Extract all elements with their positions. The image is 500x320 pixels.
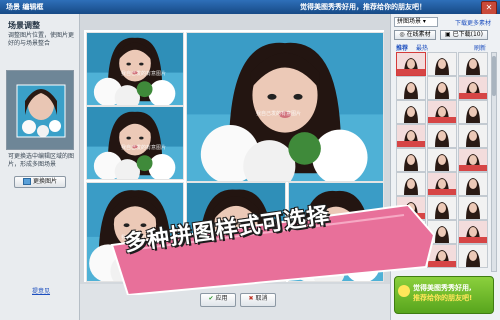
tab-hot[interactable]: 最热: [416, 43, 428, 52]
template-thumbnail[interactable]: [396, 76, 426, 100]
template-thumbnail[interactable]: [458, 100, 488, 124]
cancel-icon: ✖: [248, 295, 254, 302]
collage-photo[interactable]: 我自己发的有意图片: [186, 32, 384, 182]
scene-adjust-description: 调整图片位置，使图片更好的与场景整合: [8, 32, 75, 47]
scrollbar-thumb[interactable]: [492, 56, 496, 96]
collage-photo[interactable]: 我自己发的有意图片: [86, 32, 184, 106]
template-thumbnail[interactable]: [458, 196, 488, 220]
close-button[interactable]: ✕: [481, 1, 497, 15]
window-title: 场景 编辑框: [6, 3, 44, 11]
photo-watermark: 我自己发的有意图片: [256, 111, 302, 117]
photo-watermark: 我自己发的有意图片: [121, 145, 167, 151]
downloaded-materials-button[interactable]: ▣ 已下载(10): [440, 30, 488, 40]
scene-adjust-title: 场景调整: [8, 21, 40, 30]
globe-icon: ◎: [399, 31, 405, 38]
picture-icon: [22, 178, 31, 185]
template-thumbnail[interactable]: [427, 124, 457, 148]
download-more-link[interactable]: 下载更多素材: [455, 18, 491, 27]
template-thumbnail[interactable]: [396, 100, 426, 124]
collage-photo[interactable]: 我自己发的有意图片: [86, 106, 184, 180]
template-thumbnail[interactable]: [458, 148, 488, 172]
template-thumbnail[interactable]: [458, 76, 488, 100]
template-thumbnail[interactable]: [396, 148, 426, 172]
scene-category-select[interactable]: 拼图场景 ▾: [394, 17, 438, 27]
apply-button[interactable]: ✔ 应用: [200, 293, 236, 307]
template-thumbnail[interactable]: [458, 52, 488, 76]
title-promo-text: 觉得美图秀秀好用，推荐给你的朋友吧！: [300, 3, 426, 11]
tab-recommend[interactable]: 推荐: [396, 43, 408, 52]
template-thumbnail[interactable]: [396, 52, 426, 76]
photo-watermark: 我自己发的有意图片: [121, 71, 167, 77]
cancel-button[interactable]: ✖ 取消: [240, 293, 276, 307]
template-thumbnail[interactable]: [427, 172, 457, 196]
online-materials-button[interactable]: ◎ 在线素材: [394, 30, 436, 40]
title-bar: 场景 编辑框 觉得美图秀秀好用，推荐给你的朋友吧！ ✕: [0, 0, 500, 15]
template-thumbnail[interactable]: [458, 172, 488, 196]
template-thumbnail[interactable]: [458, 244, 488, 268]
template-thumbnail[interactable]: [396, 124, 426, 148]
template-thumbnail[interactable]: [458, 124, 488, 148]
template-thumbnail[interactable]: [427, 100, 457, 124]
selected-photo-preview[interactable]: [6, 70, 74, 150]
template-thumbnail[interactable]: [427, 148, 457, 172]
folder-icon: ▣: [445, 31, 451, 38]
feedback-link[interactable]: 提意见: [32, 286, 50, 295]
replace-photo-button[interactable]: 更换图片: [14, 176, 66, 188]
template-thumbnail[interactable]: [396, 172, 426, 196]
template-thumbnail[interactable]: [427, 52, 457, 76]
check-icon: ✔: [208, 295, 214, 302]
replace-hint: 可更换选中编辑区域的图片，形成多图场景: [8, 153, 75, 168]
template-thumbnail[interactable]: [427, 76, 457, 100]
template-thumbnail[interactable]: [458, 220, 488, 244]
refresh-link[interactable]: 刷新: [474, 43, 486, 52]
